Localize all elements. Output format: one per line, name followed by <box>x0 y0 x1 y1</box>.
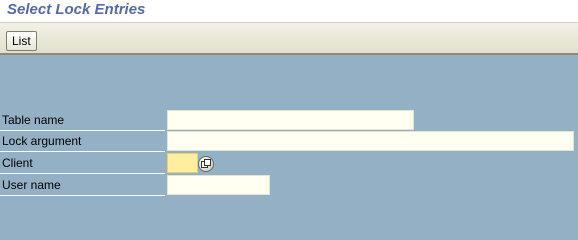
user-name-label: User name <box>0 175 165 196</box>
lock-argument-row: Lock argument <box>0 131 578 152</box>
client-label: Client <box>0 153 165 174</box>
title-bar: Select Lock Entries <box>0 0 578 22</box>
application-toolbar: List <box>0 22 578 55</box>
user-name-input[interactable] <box>167 175 270 195</box>
page-title: Select Lock Entries <box>7 1 146 18</box>
user-name-row: User name <box>0 175 578 196</box>
lock-argument-label: Lock argument <box>0 131 165 152</box>
list-button[interactable]: List <box>6 31 37 51</box>
value-help-icon[interactable] <box>198 156 214 172</box>
table-name-input[interactable] <box>167 110 414 130</box>
table-name-label: Table name <box>0 110 165 131</box>
client-row: Client <box>0 153 578 174</box>
lock-argument-input[interactable] <box>167 131 574 151</box>
client-input[interactable] <box>167 153 198 173</box>
table-name-row: Table name <box>0 110 578 131</box>
